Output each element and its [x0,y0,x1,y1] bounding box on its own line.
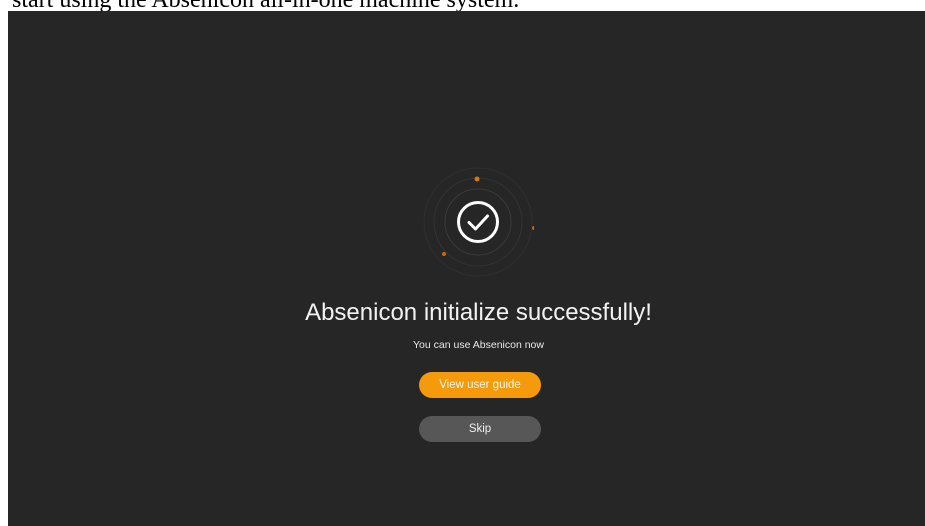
setup-complete-screen: Absenicon initialize successfully! You c… [8,11,925,526]
orbit-dot-left [442,252,446,256]
page-subtitle: You can use Absenicon now [413,339,544,351]
orbit-dot-top [474,176,480,182]
success-graphic [423,167,534,277]
check-circle-icon [457,201,499,243]
outer-ring [423,167,533,277]
view-user-guide-button[interactable]: View user guide [419,372,541,398]
skip-button[interactable]: Skip [419,416,541,442]
page-caption: start using the Absenicon all-in-one mac… [12,0,925,11]
page-title: Absenicon initialize successfully! [305,299,652,326]
middle-ring [433,177,523,267]
inner-ring [444,188,512,256]
